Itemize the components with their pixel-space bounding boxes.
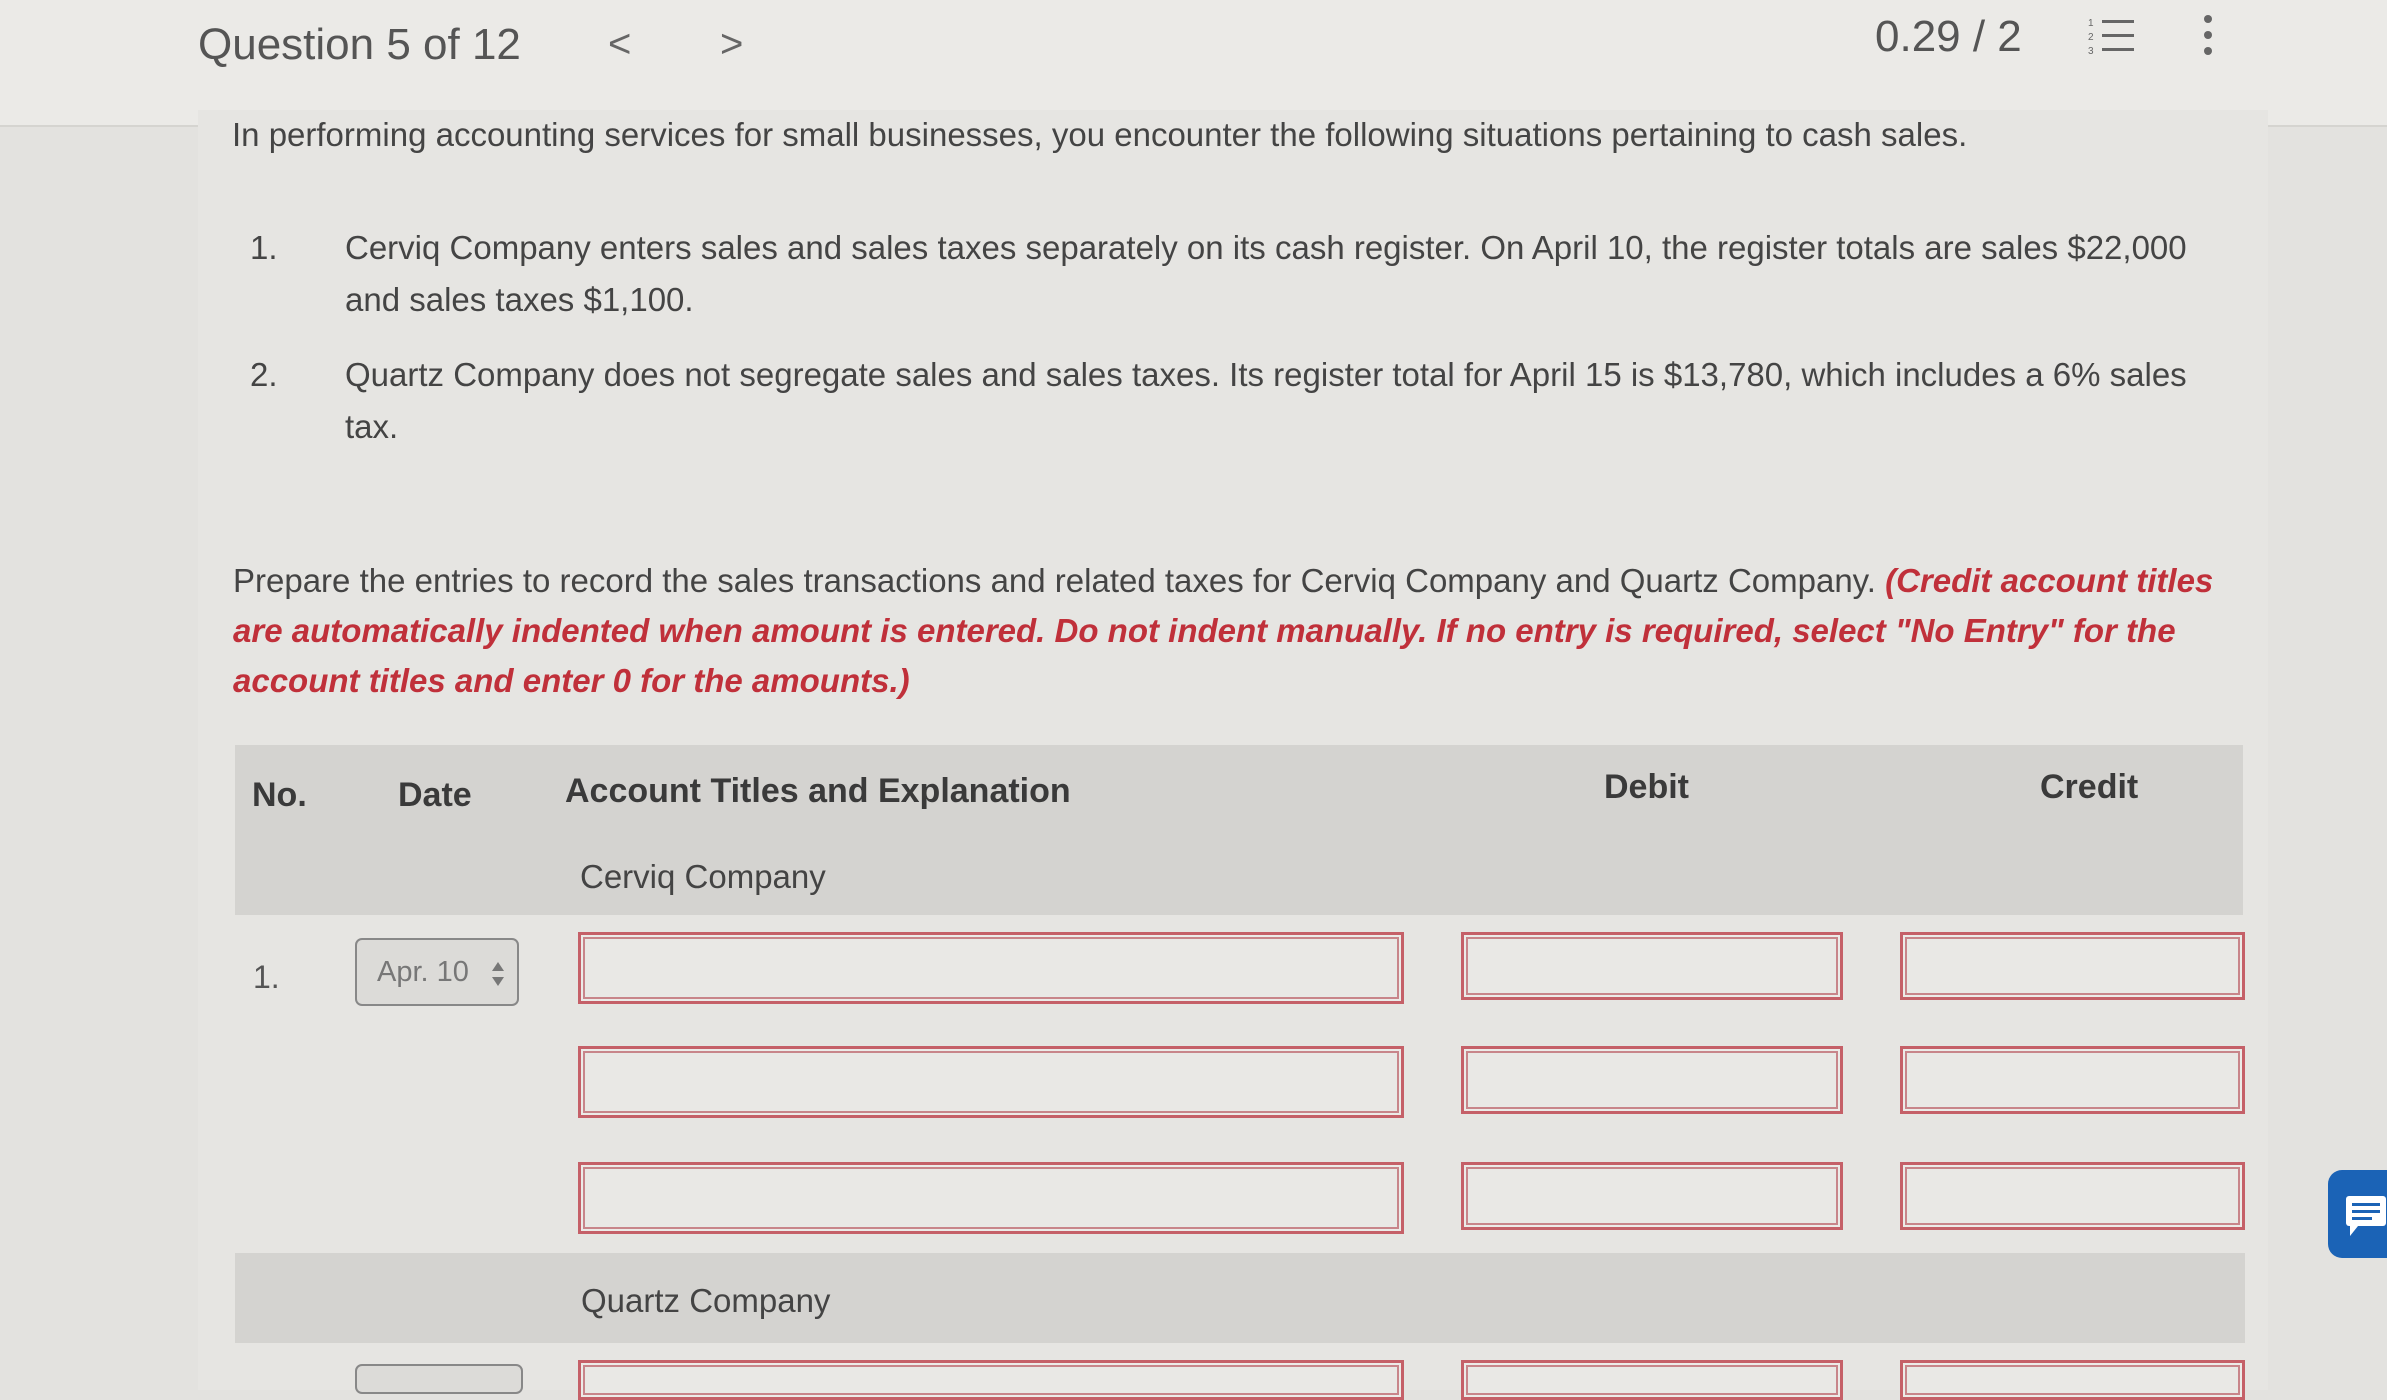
section-label-quartz: Quartz Company: [581, 1282, 831, 1319]
section-bar-quartz: [235, 1253, 2245, 1343]
account-title-input[interactable]: [578, 932, 1404, 1004]
section-label-cerviq: Cerviq Company: [580, 858, 826, 895]
problem-intro: In performing accounting services for sm…: [232, 116, 1968, 153]
situation-number: 2.: [250, 356, 278, 393]
column-header-credit: Credit: [2040, 768, 2139, 806]
date-select-value: Apr. 10: [377, 956, 469, 988]
top-bar: Question 5 of 12 < > 0.29 / 2 1 2 3: [0, 0, 2387, 127]
chat-button[interactable]: [2328, 1170, 2387, 1258]
svg-text:2: 2: [2088, 32, 2094, 43]
previous-question-button[interactable]: <: [608, 22, 631, 67]
column-header-account: Account Titles and Explanation: [565, 772, 1071, 810]
instructions-text: Prepare the entries to record the sales …: [233, 562, 1876, 599]
debit-input[interactable]: [1461, 932, 1843, 1000]
debit-input[interactable]: [1461, 1046, 1843, 1114]
column-header-date: Date: [398, 776, 472, 814]
table-header: [235, 745, 2243, 915]
question-counter: Question 5 of 12: [198, 20, 521, 69]
situation-text: Cerviq Company enters sales and sales ta…: [345, 229, 2187, 318]
account-title-input[interactable]: [578, 1046, 1404, 1118]
situation-number: 1.: [250, 229, 278, 266]
date-select[interactable]: [355, 1364, 523, 1394]
account-title-input[interactable]: [578, 1162, 1404, 1234]
credit-input[interactable]: [1900, 1046, 2245, 1114]
entry-number: 1.: [253, 959, 280, 995]
debit-input[interactable]: [1461, 1162, 1843, 1230]
score-display: 0.29 / 2: [1875, 12, 2022, 61]
column-header-debit: Debit: [1604, 768, 1689, 806]
credit-input[interactable]: [1900, 932, 2245, 1000]
credit-input[interactable]: [1900, 1360, 2245, 1400]
situation-text: Quartz Company does not segregate sales …: [345, 356, 2187, 445]
more-vertical-icon[interactable]: [2200, 14, 2216, 56]
account-title-input[interactable]: [578, 1360, 1404, 1400]
instructions: Prepare the entries to record the sales …: [233, 556, 2243, 706]
next-question-button[interactable]: >: [720, 22, 743, 67]
select-arrows-icon: [492, 962, 504, 986]
svg-text:1: 1: [2088, 18, 2094, 29]
credit-input[interactable]: [1900, 1162, 2245, 1230]
numbered-list-icon[interactable]: 1 2 3: [2088, 16, 2136, 56]
svg-text:3: 3: [2088, 46, 2094, 56]
date-select[interactable]: Apr. 10: [355, 938, 519, 1006]
chat-icon: [2346, 1196, 2386, 1236]
debit-input[interactable]: [1461, 1360, 1843, 1400]
column-header-no: No.: [252, 776, 307, 814]
